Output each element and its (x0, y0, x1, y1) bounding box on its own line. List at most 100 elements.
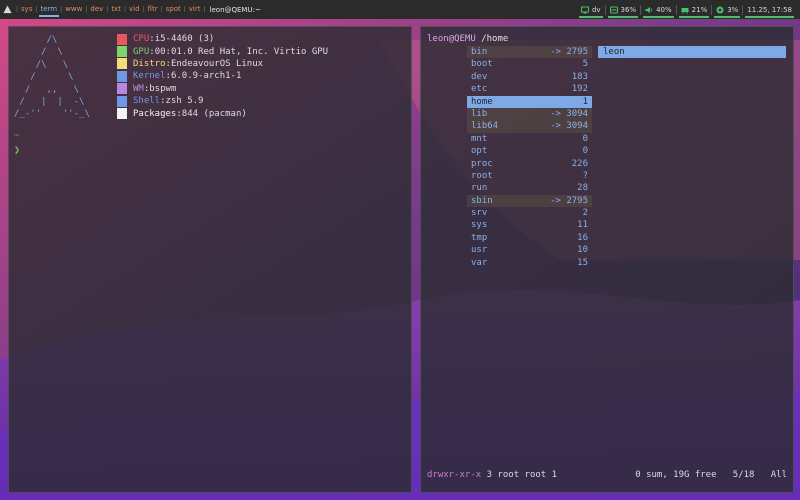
window-title: leon@QEMU:~ (209, 5, 261, 14)
sysinfo-value: bspwm (149, 83, 177, 94)
sysinfo-key: CPU (133, 34, 150, 45)
preview-pane-item[interactable]: leon (598, 46, 786, 59)
dir-entry-srv[interactable]: srv 2 (467, 207, 592, 219)
sysinfo-row-packages: Packages: 844 (pacman) (117, 107, 328, 120)
dir-entry-mnt[interactable]: mnt 0 (467, 133, 592, 145)
dir-entry-sys[interactable]: sys 11 (467, 219, 592, 231)
dir-entry-size: 192 (571, 84, 588, 95)
preview-item-label: leon (603, 47, 625, 57)
dir-entry-var[interactable]: var 15 (467, 257, 592, 269)
dir-entry-bin[interactable]: bin -> 2795 (467, 46, 592, 59)
dir-entry-size: 15 (577, 257, 588, 268)
dir-entry-tmp[interactable]: tmp 16 (467, 232, 592, 244)
dir-entry-boot[interactable]: boot 5 (467, 58, 592, 70)
dir-entry-size: 11 (577, 220, 588, 231)
dir-entry-proc[interactable]: proc 226 (467, 158, 592, 170)
sysinfo-key: Kernel (133, 71, 166, 82)
distro-logo-icon[interactable] (3, 5, 12, 14)
dir-entry-name: proc (471, 158, 493, 169)
dir-entry-size: -> 3094 (550, 121, 588, 132)
sysinfo-value: 6.0.9-arch1-1 (170, 71, 242, 82)
dir-entry-name: root (471, 170, 493, 181)
workspace-sys[interactable]: sys (18, 0, 35, 19)
color-swatch (117, 46, 127, 58)
color-swatch (117, 70, 127, 82)
dir-entry-size: 28 (577, 183, 588, 194)
dir-entry-name: opt (471, 146, 488, 157)
sysinfo-key: Packages (133, 108, 177, 119)
clock-text: 11.25, 17:58 (747, 5, 792, 14)
workspace-www[interactable]: www (62, 0, 85, 19)
dir-entry-lib[interactable]: lib -> 3094 (467, 107, 592, 121)
sysinfo-row-wm: WM: bspwm (117, 83, 328, 95)
memory-module[interactable]: 21% (677, 0, 712, 19)
status-bar: | sys | term | www | dev | txt | vid | f… (0, 0, 800, 19)
sysinfo-row-gpu: GPU: 00:01.0 Red Hat, Inc. Virtio GPU (117, 45, 329, 58)
dir-entry-home[interactable]: home 1 (467, 95, 592, 108)
shell-prompt[interactable]: ❯ (14, 145, 20, 156)
cpu-usage: 3% (727, 5, 739, 14)
status-permissions: drwxr-xr-x (427, 470, 482, 480)
dir-entry-size: -> 2795 (550, 195, 588, 206)
status-summary: 0 sum, 19G free (635, 470, 717, 480)
dir-entry-etc[interactable]: etc 192 (467, 83, 592, 95)
dir-entry-size: 226 (571, 158, 588, 169)
dir-entry-size: 2 (582, 208, 588, 219)
dir-entry-lib64[interactable]: lib64 -> 3094 (467, 120, 592, 133)
volume-level: 40% (656, 5, 672, 14)
terminal-window-neofetch[interactable]: /\ / \ /\ \ / \ / ,, \ / | | -\ /_-'' ''… (8, 26, 412, 493)
network-module[interactable]: dv (577, 0, 605, 19)
sysinfo-row-cpu: CPU: i5-4460 (3) (117, 33, 328, 45)
dir-entry-name: sbin (471, 195, 493, 206)
dir-entry-opt[interactable]: opt 0 (467, 145, 592, 157)
sysinfo-key: GPU (133, 46, 150, 57)
cpu-module[interactable]: 3% (712, 0, 742, 19)
dir-entry-size: 16 (577, 232, 588, 243)
dir-entry-name: srv (471, 208, 488, 219)
network-label: dv (591, 5, 601, 14)
clock-module[interactable]: 11.25, 17:58 (743, 0, 796, 19)
memory-usage: 21% (691, 5, 708, 14)
disk-usage: 36% (620, 5, 637, 14)
dir-entry-size: 183 (571, 71, 588, 82)
color-swatch (117, 83, 127, 95)
dir-entry-run[interactable]: run 28 (467, 182, 592, 194)
workspace-term[interactable]: term (38, 0, 61, 19)
workspace-virt[interactable]: virt (186, 0, 204, 19)
dir-entry-name: tmp (471, 232, 488, 243)
workspace-spot[interactable]: spot (163, 0, 184, 19)
volume-module[interactable]: 40% (641, 0, 676, 19)
workspace-txt[interactable]: txt (108, 0, 124, 19)
workspace-dev[interactable]: dev (87, 0, 106, 19)
status-position: 5/18 (732, 470, 755, 480)
dir-entry-size: 5 (582, 59, 588, 70)
dir-entry-size: 1 (582, 96, 588, 107)
volume-icon (645, 6, 653, 14)
sysinfo-key: Distro (133, 58, 166, 69)
dir-entry-size: -> 3094 (550, 108, 588, 119)
directory-list: bin -> 2795 boot 5 dev 183 etc 192 home 1 lib -> 30… (467, 46, 592, 269)
workspace-vid[interactable]: vid (126, 0, 143, 19)
status-owner: 3 root root 1 (486, 470, 558, 480)
path-user-host: leon@QEMU (427, 34, 476, 44)
sysinfo-key: WM (133, 83, 144, 94)
dir-entry-name: bin (471, 47, 488, 57)
dir-entry-size: 0 (582, 133, 588, 144)
dir-entry-size: -> 2795 (550, 47, 588, 57)
sysinfo-value: EndeavourOS Linux (170, 58, 264, 69)
sysinfo-row-kernel: Kernel: 6.0.9-arch1-1 (117, 70, 328, 82)
dir-entry-name: run (471, 183, 488, 194)
dir-entry-sbin[interactable]: sbin -> 2795 (467, 194, 592, 208)
dir-entry-root[interactable]: root? (467, 170, 592, 182)
terminal-window-file-manager[interactable]: leon@QEMU /home bin -> 2795 boot 5 dev 183 etc… (420, 26, 794, 493)
dir-entry-usr[interactable]: usr 10 (467, 244, 592, 256)
sysinfo-value: 00:01.0 Red Hat, Inc. Virtio GPU (154, 46, 329, 57)
cpu-icon (716, 6, 724, 14)
disk-icon (609, 6, 618, 14)
dir-entry-name: home (471, 96, 493, 107)
disk-module[interactable]: 36% (606, 0, 641, 19)
endeavouros-ascii-logo: /\ / \ /\ \ / \ / ,, \ / | | -\ /_-'' ''… (14, 35, 90, 120)
workspace-fltr[interactable]: fltr (145, 0, 161, 19)
dir-entry-dev[interactable]: dev 183 (467, 71, 592, 83)
sysinfo-key: Shell (133, 96, 161, 107)
